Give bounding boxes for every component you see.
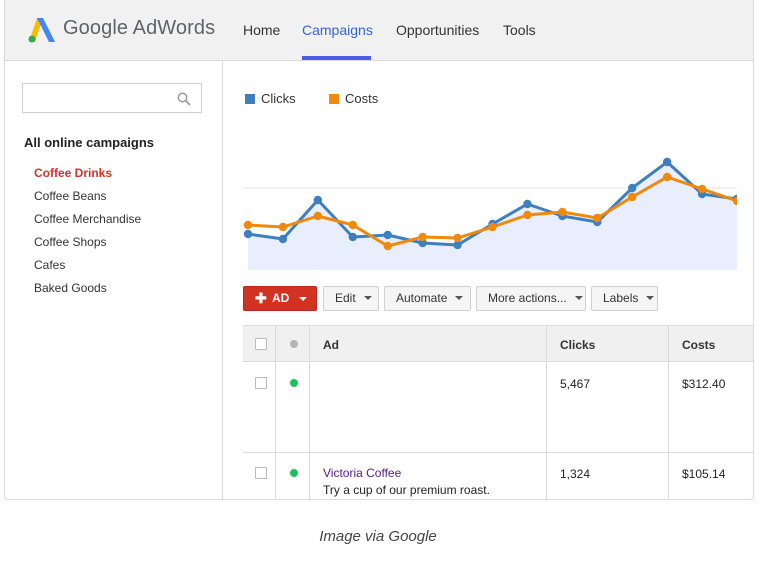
labels-label: Labels [603,291,639,305]
search-icon[interactable] [177,92,191,106]
add-ad-label: AD [272,291,290,305]
data-point-clicks [628,183,637,193]
plus-icon: ✚ [255,290,267,306]
data-point-costs [697,184,707,194]
ad-title-link[interactable]: Victoria Coffee [323,466,401,480]
campaigns-heading: All online campaigns [24,135,155,150]
row-divider [243,452,753,453]
column-divider [668,325,669,499]
column-divider [275,325,276,499]
campaign-item-coffee-beans[interactable]: Coffee Beans [34,189,107,203]
table-header: Ad Clicks Costs [243,325,753,362]
costs-column-header[interactable]: Costs [682,338,715,352]
data-point-costs [243,220,253,230]
data-point-clicks [348,232,357,242]
automate-button[interactable]: Automate [384,286,471,311]
clicks-swatch [245,94,255,104]
legend-costs[interactable]: Costs [329,91,378,106]
more-actions-label: More actions... [488,291,567,305]
nav-tools[interactable]: Tools [503,22,536,38]
performance-chart [243,157,737,270]
costs-value: $105.14 [682,467,726,481]
clicks-value: 5,467 [560,377,591,391]
legend-costs-label: Costs [345,91,379,106]
labels-button[interactable]: Labels [591,286,658,311]
costs-swatch [329,94,339,104]
chevron-down-icon [455,296,464,300]
chevron-down-icon [574,296,583,300]
data-point-costs [523,210,532,220]
data-point-costs [313,211,323,221]
nav-opportunities[interactable]: Opportunities [396,22,479,38]
data-point-costs [418,232,427,242]
campaign-item-baked-goods[interactable]: Baked Goods [34,281,107,295]
campaign-item-coffee-drinks[interactable]: Coffee Drinks [34,166,112,180]
campaign-item-cafes[interactable]: Cafes [34,258,65,272]
image-caption: Image via Google [319,528,437,545]
ad-description: Try a cup of our premium roast. [323,483,490,497]
more-actions-button[interactable]: More actions... [476,286,586,311]
adwords-window: Google AdWords Home Campaigns Opportunit… [4,0,754,500]
top-bar: Google AdWords Home Campaigns Opportunit… [5,0,753,61]
chevron-down-icon [363,296,372,300]
costs-value: $312.40 [682,377,726,391]
data-point-costs [348,220,357,230]
data-point-costs [558,207,567,217]
clicks-value: 1,324 [560,467,591,481]
chevron-down-icon [299,297,307,301]
edit-button[interactable]: Edit [323,286,379,311]
adwords-logo-icon [28,18,55,43]
legend-clicks-label: Clicks [261,91,296,106]
data-point-costs [453,233,462,243]
column-divider [546,325,547,499]
status-enabled-icon [290,379,298,387]
row-checkbox[interactable] [255,377,267,389]
active-tab-indicator [302,56,371,60]
campaign-search-input[interactable] [22,83,202,113]
brand-name: Google AdWords [63,17,216,39]
row-checkbox[interactable] [255,467,267,479]
ad-column-header[interactable]: Ad [323,338,339,352]
chevron-down-icon [646,296,655,300]
legend-clicks[interactable]: Clicks [245,91,296,106]
nav-home[interactable]: Home [243,22,280,38]
data-point-clicks [523,199,532,209]
add-ad-button[interactable]: ✚ AD [243,286,317,311]
data-point-clicks [278,234,288,244]
data-point-costs [593,213,602,223]
campaign-item-coffee-merchandise[interactable]: Coffee Merchandise [34,212,141,226]
data-point-costs [278,222,288,232]
automate-label: Automate [396,291,448,305]
data-point-clicks [313,195,323,205]
clicks-column-header[interactable]: Clicks [560,338,595,352]
data-point-clicks [662,157,672,167]
column-divider [309,325,310,499]
status-header-icon [290,340,298,348]
edit-label: Edit [335,291,356,305]
campaign-item-coffee-shops[interactable]: Coffee Shops [34,235,107,249]
campaign-sidebar: All online campaigns Coffee Drinks Coffe… [5,61,223,499]
data-point-costs [383,241,392,251]
ads-table: Ad Clicks Costs 5,467 $312.40 Victoria C… [243,325,753,499]
nav-campaigns[interactable]: Campaigns [302,22,373,38]
select-all-checkbox[interactable] [255,338,267,350]
data-point-costs [488,222,497,232]
data-point-clicks [383,230,392,240]
status-enabled-icon [290,469,298,477]
data-point-costs [662,172,672,182]
data-point-clicks [243,229,253,239]
data-point-costs [628,192,637,202]
